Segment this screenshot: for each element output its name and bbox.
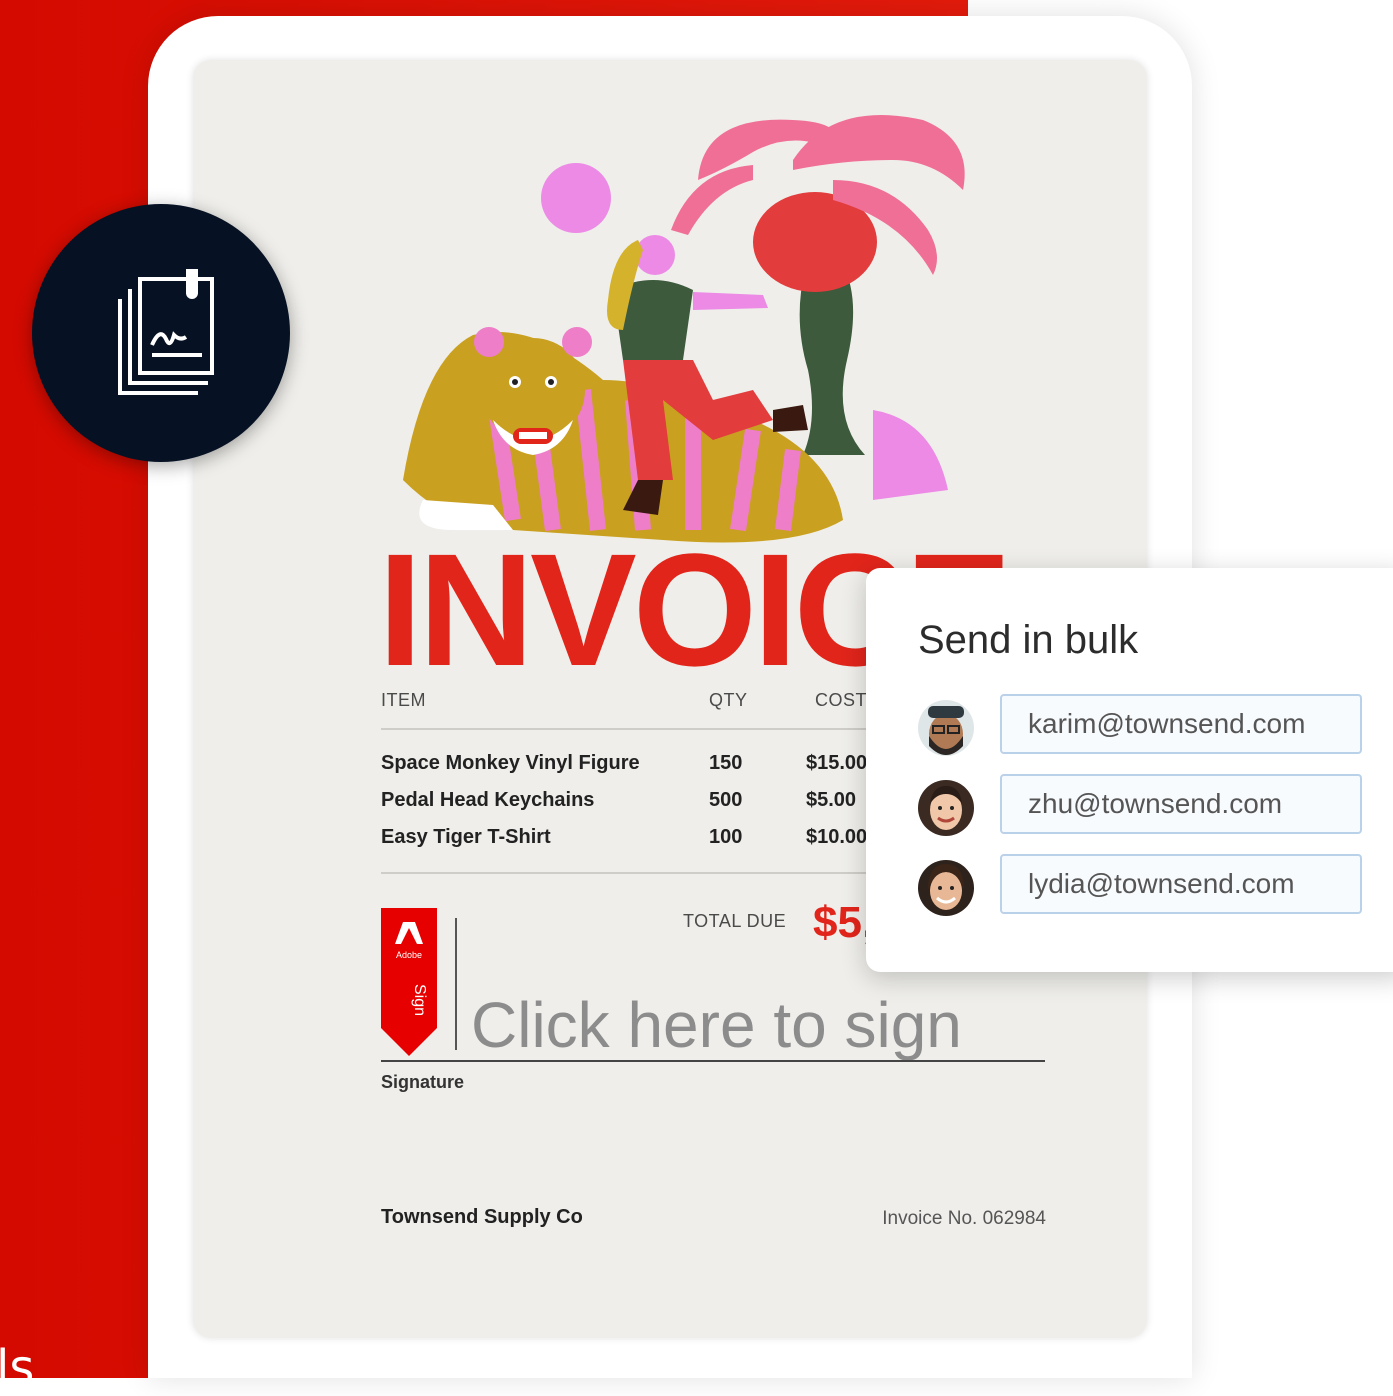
column-header-item: ITEM xyxy=(381,690,426,710)
email-input[interactable]: karim@townsend.com xyxy=(1000,694,1362,754)
recipient-row: lydia@townsend.com xyxy=(918,854,1378,924)
recipient-row: zhu@townsend.com xyxy=(918,774,1378,844)
bulk-panel-title: Send in bulk xyxy=(918,618,1139,662)
row-item: Space Monkey Vinyl Figure xyxy=(381,752,640,774)
woman-avatar xyxy=(918,780,974,836)
document-stack-icon xyxy=(118,269,214,395)
badge-brand-text: Adobe xyxy=(396,950,422,960)
row-qty: 150 xyxy=(709,752,743,774)
row-qty: 100 xyxy=(709,826,743,848)
send-in-bulk-panel: Send in bulk karim@townsend.com zhu@town… xyxy=(866,568,1393,972)
signature-line xyxy=(381,1060,1045,1062)
column-header-qty: QTY xyxy=(709,690,748,710)
row-cost: $5.00 xyxy=(806,789,857,811)
row-cost: $15.00 xyxy=(806,752,868,774)
invoice-number: Invoice No. 062984 xyxy=(882,1208,1046,1229)
sign-separator xyxy=(455,918,457,1050)
man-avatar xyxy=(918,700,974,756)
invoice-illustration xyxy=(403,115,965,543)
row-cost: $10.00 xyxy=(806,826,868,848)
email-input[interactable]: lydia@townsend.com xyxy=(1000,854,1362,914)
email-input[interactable]: zhu@townsend.com xyxy=(1000,774,1362,834)
recipient-row: karim@townsend.com xyxy=(918,694,1378,764)
total-due-label: TOTAL DUE xyxy=(683,911,787,931)
badge-action-text: Sign xyxy=(411,984,428,1016)
row-item: Pedal Head Keychains xyxy=(381,789,595,811)
signed-documents-icon xyxy=(32,204,290,462)
click-to-sign-field[interactable]: Click here to sign xyxy=(471,988,962,1062)
signature-label: Signature xyxy=(381,1072,465,1092)
adobe-sign-badge[interactable]: Adobe Sign xyxy=(381,908,437,1058)
column-header-cost: COST xyxy=(815,690,868,710)
company-name: Townsend Supply Co xyxy=(381,1206,583,1228)
row-qty: 500 xyxy=(709,789,743,811)
woman-avatar xyxy=(918,860,974,916)
background-text-fragment: ls xyxy=(0,1340,35,1396)
row-item: Easy Tiger T-Shirt xyxy=(381,826,551,848)
